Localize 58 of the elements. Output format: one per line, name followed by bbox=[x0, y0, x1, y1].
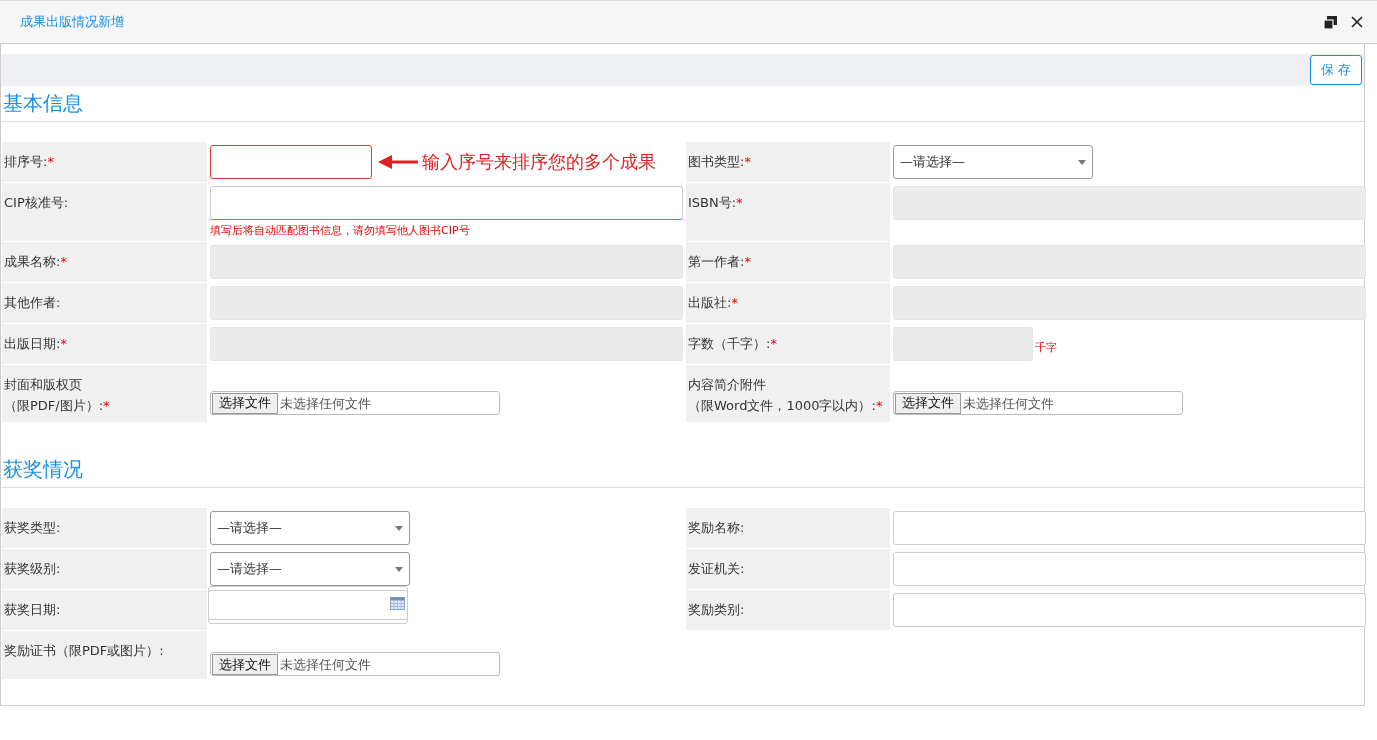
annotation-text: 输入序号来排序您的多个成果 bbox=[422, 150, 656, 174]
field-label: （限Word文件，1000字以内）:* bbox=[688, 397, 884, 415]
required-mark: * bbox=[736, 195, 743, 210]
text-field[interactable] bbox=[893, 511, 1366, 545]
section-title: 基本信息 bbox=[1, 86, 1364, 122]
field-label: 出版社: bbox=[688, 295, 732, 310]
calendar-icon bbox=[390, 597, 405, 610]
field-label: 发证机关: bbox=[688, 561, 745, 576]
field-label: 奖励证书（限PDF或图片）: bbox=[4, 643, 164, 658]
section-title: 获奖情况 bbox=[1, 452, 1364, 488]
required-mark: * bbox=[744, 154, 751, 169]
choose-file-button[interactable]: 选择文件 bbox=[212, 654, 278, 675]
choose-file-button[interactable]: 选择文件 bbox=[895, 392, 961, 414]
field-label: 内容简介附件 bbox=[688, 377, 766, 392]
field-label: 图书类型: bbox=[688, 154, 745, 169]
hint-text: 填写后将自动匹配图书信息，请勿填写他人图书CIP号 bbox=[210, 223, 470, 238]
field-label: 成果名称: bbox=[4, 254, 61, 269]
required-mark: * bbox=[60, 336, 67, 351]
field-label: （限PDF/图片）:* bbox=[4, 397, 111, 415]
required-mark: * bbox=[47, 154, 54, 169]
field-label: 封面和版权页 bbox=[4, 377, 82, 392]
field-label: 出版日期: bbox=[4, 336, 61, 351]
required-mark: * bbox=[744, 254, 751, 269]
select-field[interactable]: —请选择— bbox=[210, 511, 410, 545]
select-field[interactable]: —请选择— bbox=[210, 552, 410, 586]
text-field[interactable] bbox=[210, 186, 683, 220]
required-mark: * bbox=[770, 336, 777, 351]
field-label: 奖励类别: bbox=[688, 602, 745, 617]
save-button[interactable]: 保 存 bbox=[1309, 55, 1362, 85]
close-icon[interactable] bbox=[1351, 16, 1363, 28]
select-field[interactable]: —请选择— bbox=[893, 145, 1093, 179]
text-field[interactable] bbox=[893, 552, 1366, 586]
unit-text: 千字 bbox=[1035, 339, 1057, 355]
caret-icon bbox=[1078, 159, 1086, 165]
field-label: 其他作者: bbox=[4, 295, 61, 310]
text-field[interactable] bbox=[210, 145, 372, 179]
field-label: ISBN号: bbox=[688, 195, 737, 210]
restore-icon[interactable] bbox=[1324, 15, 1337, 29]
text-field[interactable] bbox=[893, 593, 1366, 627]
field-label: 获奖类型: bbox=[4, 520, 61, 535]
date-field[interactable] bbox=[208, 586, 408, 620]
field-label: 奖励名称: bbox=[688, 520, 745, 535]
file-field[interactable]: 选择文件 未选择任何文件 bbox=[210, 390, 500, 415]
field-label: 排序号: bbox=[4, 154, 48, 169]
caret-icon bbox=[395, 525, 403, 531]
field-label: 字数（千字）: bbox=[688, 336, 771, 351]
file-field[interactable]: 选择文件 未选择任何文件 bbox=[893, 390, 1183, 415]
field-label: 第一作者: bbox=[688, 254, 745, 269]
required-mark: * bbox=[60, 254, 67, 269]
field-label: 获奖日期: bbox=[4, 602, 61, 617]
field-label: 获奖级别: bbox=[4, 561, 61, 576]
choose-file-button[interactable]: 选择文件 bbox=[212, 392, 278, 414]
field-label: CIP核准号: bbox=[4, 195, 69, 210]
required-mark: * bbox=[731, 295, 738, 310]
caret-icon bbox=[395, 566, 403, 572]
arrow-left-icon bbox=[378, 155, 418, 169]
file-field[interactable]: 选择文件 未选择任何文件 bbox=[210, 652, 500, 676]
dialog-title: 成果出版情况新增 bbox=[20, 13, 125, 31]
